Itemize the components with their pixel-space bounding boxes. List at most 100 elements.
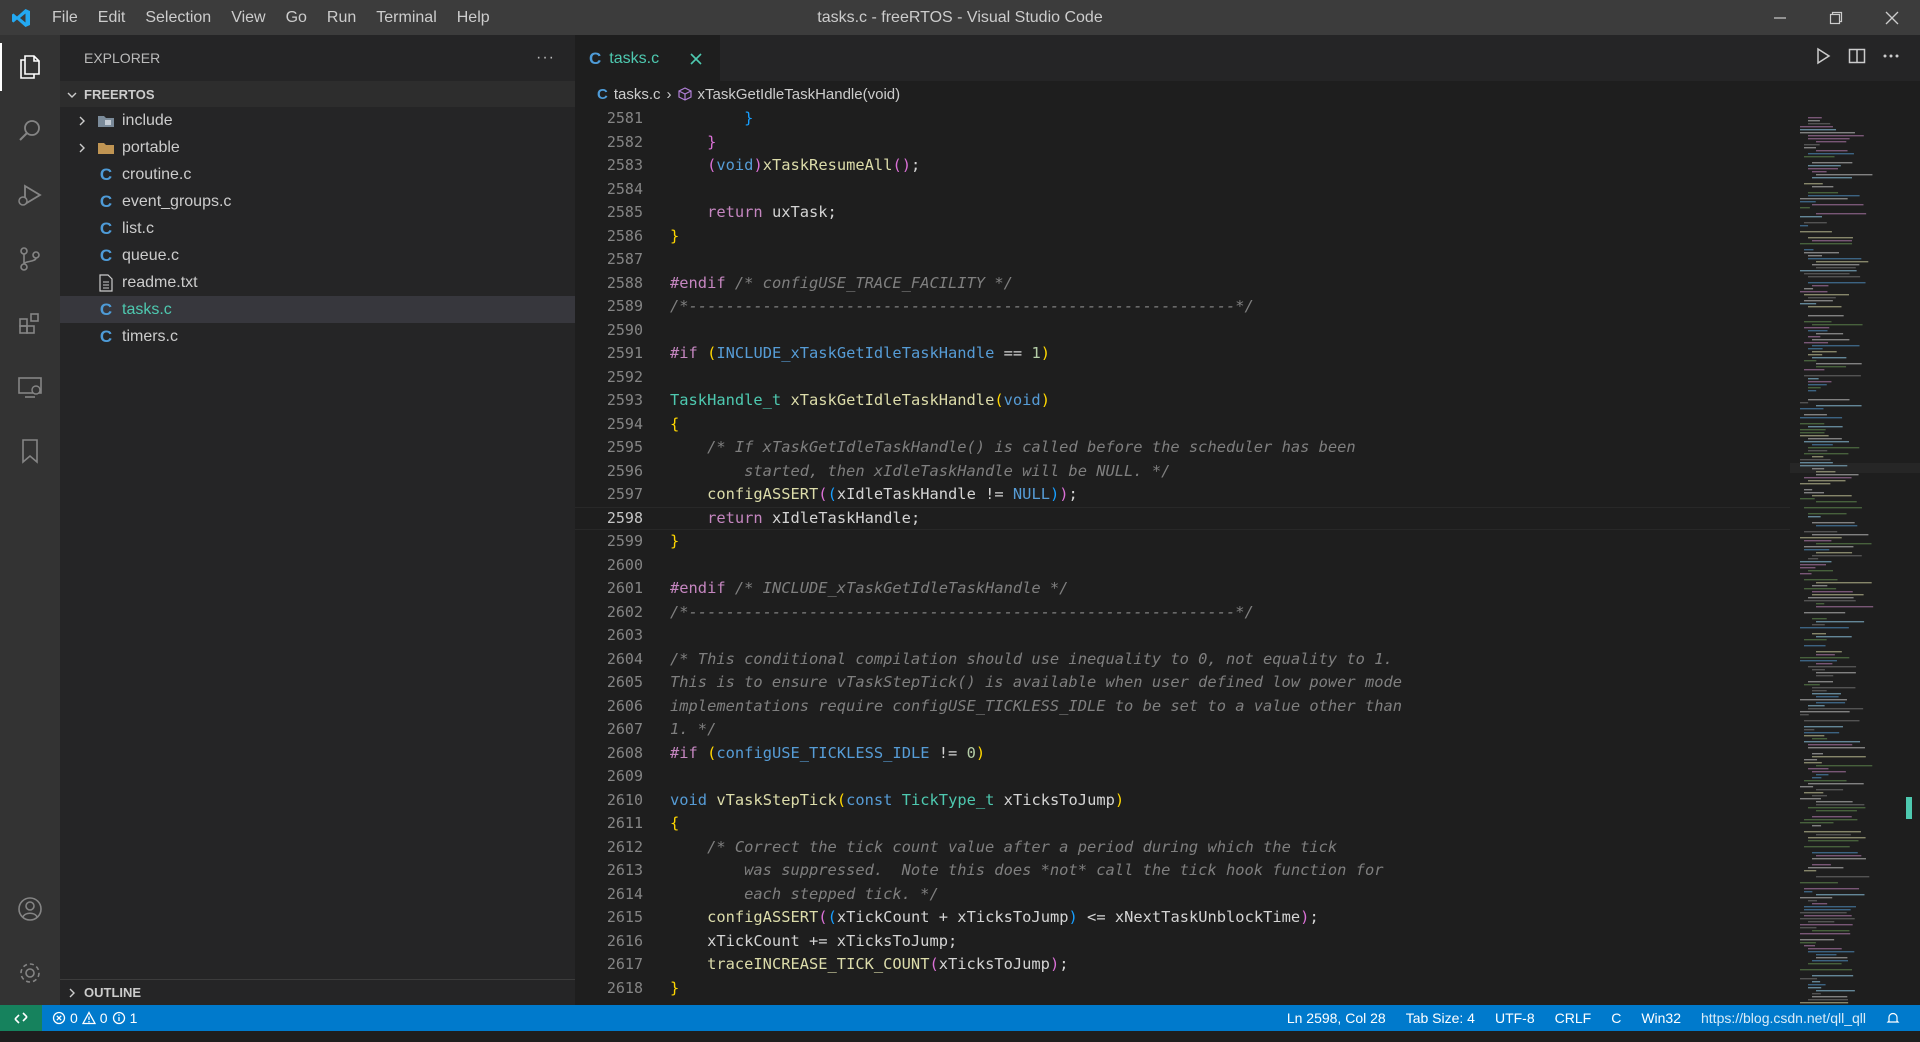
line-ending[interactable]: CRLF — [1545, 1010, 1602, 1026]
code-line: #if (INCLUDE_xTaskGetIdleTaskHandle == 1… — [670, 344, 1050, 362]
editor-area: C tasks.c C tasks.c › xTaskGetIdleTaskHa… — [575, 35, 1920, 1037]
bell-icon[interactable] — [1876, 1011, 1910, 1025]
code-line: /*--------------------------------------… — [670, 297, 1254, 315]
tree-item-portable[interactable]: portable — [60, 134, 575, 161]
code-line: return uxTask; — [707, 203, 837, 221]
menu-file[interactable]: File — [42, 0, 88, 35]
minimize-button[interactable] — [1752, 0, 1808, 35]
code-line: traceINCREASE_TICK_COUNT(xTicksToJump); — [707, 955, 1069, 973]
search-activity-button[interactable] — [0, 99, 60, 163]
line-number: 2586 — [606, 226, 643, 245]
tab-size[interactable]: Tab Size: 4 — [1396, 1010, 1485, 1026]
tree-item-timers[interactable]: C timers.c — [60, 323, 575, 350]
remote-icon — [14, 1012, 28, 1024]
close-window-button[interactable] — [1864, 0, 1920, 35]
source-control-icon — [20, 247, 40, 271]
menu-view[interactable]: View — [221, 0, 275, 35]
platform[interactable]: Win32 — [1631, 1010, 1691, 1026]
line-number: 2603 — [606, 626, 643, 644]
line-number: 2615 — [606, 908, 643, 926]
split-editor-button[interactable] — [1848, 47, 1866, 70]
breadcrumb-symbol[interactable]: xTaskGetIdleTaskHandle(void) — [698, 86, 901, 103]
status-bar: 0 0 1 Ln 2598, Col 28 Tab Size: 4 UTF-8 … — [0, 1005, 1920, 1031]
problems-button[interactable]: 0 0 1 — [42, 1010, 147, 1026]
tab-tasks-c[interactable]: C tasks.c — [575, 35, 720, 81]
c-file-icon: C — [99, 299, 113, 319]
line-number: 2601 — [606, 579, 643, 597]
accounts-button[interactable] — [0, 877, 60, 941]
line-number: 2581 — [606, 109, 643, 127]
folder-icon — [96, 138, 116, 158]
tree-item-readme[interactable]: readme.txt — [60, 269, 575, 296]
remote-explorer-activity-button[interactable] — [0, 355, 60, 419]
tree-item-tasks[interactable]: C tasks.c — [60, 296, 575, 323]
source-control-activity-button[interactable] — [0, 227, 60, 291]
tree-item-list[interactable]: C list.c — [60, 215, 575, 242]
run-debug-icon — [18, 184, 42, 206]
workspace-section-header[interactable]: FREERTOS — [60, 81, 575, 107]
encoding[interactable]: UTF-8 — [1485, 1010, 1545, 1026]
language-mode[interactable]: C — [1601, 1010, 1631, 1026]
c-file-icon: C — [99, 191, 113, 211]
editor-actions — [1814, 35, 1900, 81]
line-number: 2605 — [606, 673, 643, 691]
chevron-right-icon — [74, 113, 90, 129]
line-number: 2588 — [606, 273, 643, 292]
line-number: 2597 — [606, 485, 643, 503]
code-line: TaskHandle_t xTaskGetIdleTaskHandle(void… — [670, 391, 1050, 409]
tree-item-queue[interactable]: C queue.c — [60, 242, 575, 269]
editor-more-button[interactable] — [1882, 47, 1900, 70]
info-count: 1 — [129, 1010, 138, 1026]
outline-section-header[interactable]: OUTLINE — [60, 979, 575, 1005]
tab-close-button[interactable] — [686, 49, 706, 69]
chevron-right-icon: › — [666, 85, 672, 103]
code-editor[interactable]: 2581 2582 2583 2584 2585 2586 2587 2588 … — [575, 107, 1920, 1037]
extensions-icon — [19, 313, 39, 334]
line-number: 2614 — [606, 884, 643, 903]
tree-item-include[interactable]: include — [60, 107, 575, 134]
manage-button[interactable] — [0, 941, 60, 1005]
breadcrumb: C tasks.c › xTaskGetIdleTaskHandle(void) — [575, 81, 1920, 107]
menu-edit[interactable]: Edit — [88, 0, 136, 35]
run-button[interactable] — [1814, 47, 1832, 70]
run-debug-activity-button[interactable] — [0, 163, 60, 227]
chevron-right-icon — [74, 140, 90, 156]
minimap-slider[interactable] — [1790, 463, 1920, 473]
more-actions-button[interactable]: ··· — [536, 49, 555, 67]
code-line: configASSERT((xTickCount + xTicksToJump)… — [707, 908, 1319, 926]
tree-item-croutine[interactable]: C croutine.c — [60, 161, 575, 188]
menu-selection[interactable]: Selection — [135, 0, 221, 35]
tree-item-label: timers.c — [122, 327, 178, 345]
line-number: 2596 — [606, 461, 643, 480]
restore-button[interactable] — [1808, 0, 1864, 35]
account-icon — [18, 897, 42, 921]
line-number: 2594 — [606, 414, 643, 433]
bookmarks-activity-button[interactable] — [0, 419, 60, 483]
cursor-position[interactable]: Ln 2598, Col 28 — [1277, 1010, 1396, 1026]
search-icon — [19, 120, 40, 141]
error-icon — [52, 1011, 66, 1025]
menu-run[interactable]: Run — [317, 0, 366, 35]
line-number: 2583 — [606, 156, 643, 174]
scrollbar-marker — [1906, 797, 1912, 819]
minimap[interactable] — [1790, 107, 1920, 1037]
code-line: /* This conditional compilation should u… — [670, 649, 1393, 668]
line-number: 2602 — [606, 602, 643, 621]
menu-help[interactable]: Help — [447, 0, 500, 35]
activity-bar-bottom — [0, 877, 60, 1005]
tree-item-label: list.c — [122, 219, 154, 237]
explorer-title: EXPLORER — [84, 50, 161, 66]
breadcrumb-file[interactable]: tasks.c — [614, 86, 661, 103]
menu-terminal[interactable]: Terminal — [366, 0, 446, 35]
menu-go[interactable]: Go — [276, 0, 317, 35]
extensions-activity-button[interactable] — [0, 291, 60, 355]
explorer-activity-button[interactable] — [0, 35, 60, 99]
line-number: 2584 — [606, 179, 643, 198]
code-line: #endif /* configUSE_TRACE_FACILITY */ — [670, 273, 1013, 292]
tree-item-event-groups[interactable]: C event_groups.c — [60, 188, 575, 215]
remote-indicator-button[interactable] — [0, 1005, 42, 1031]
line-number: 2611 — [606, 814, 643, 832]
